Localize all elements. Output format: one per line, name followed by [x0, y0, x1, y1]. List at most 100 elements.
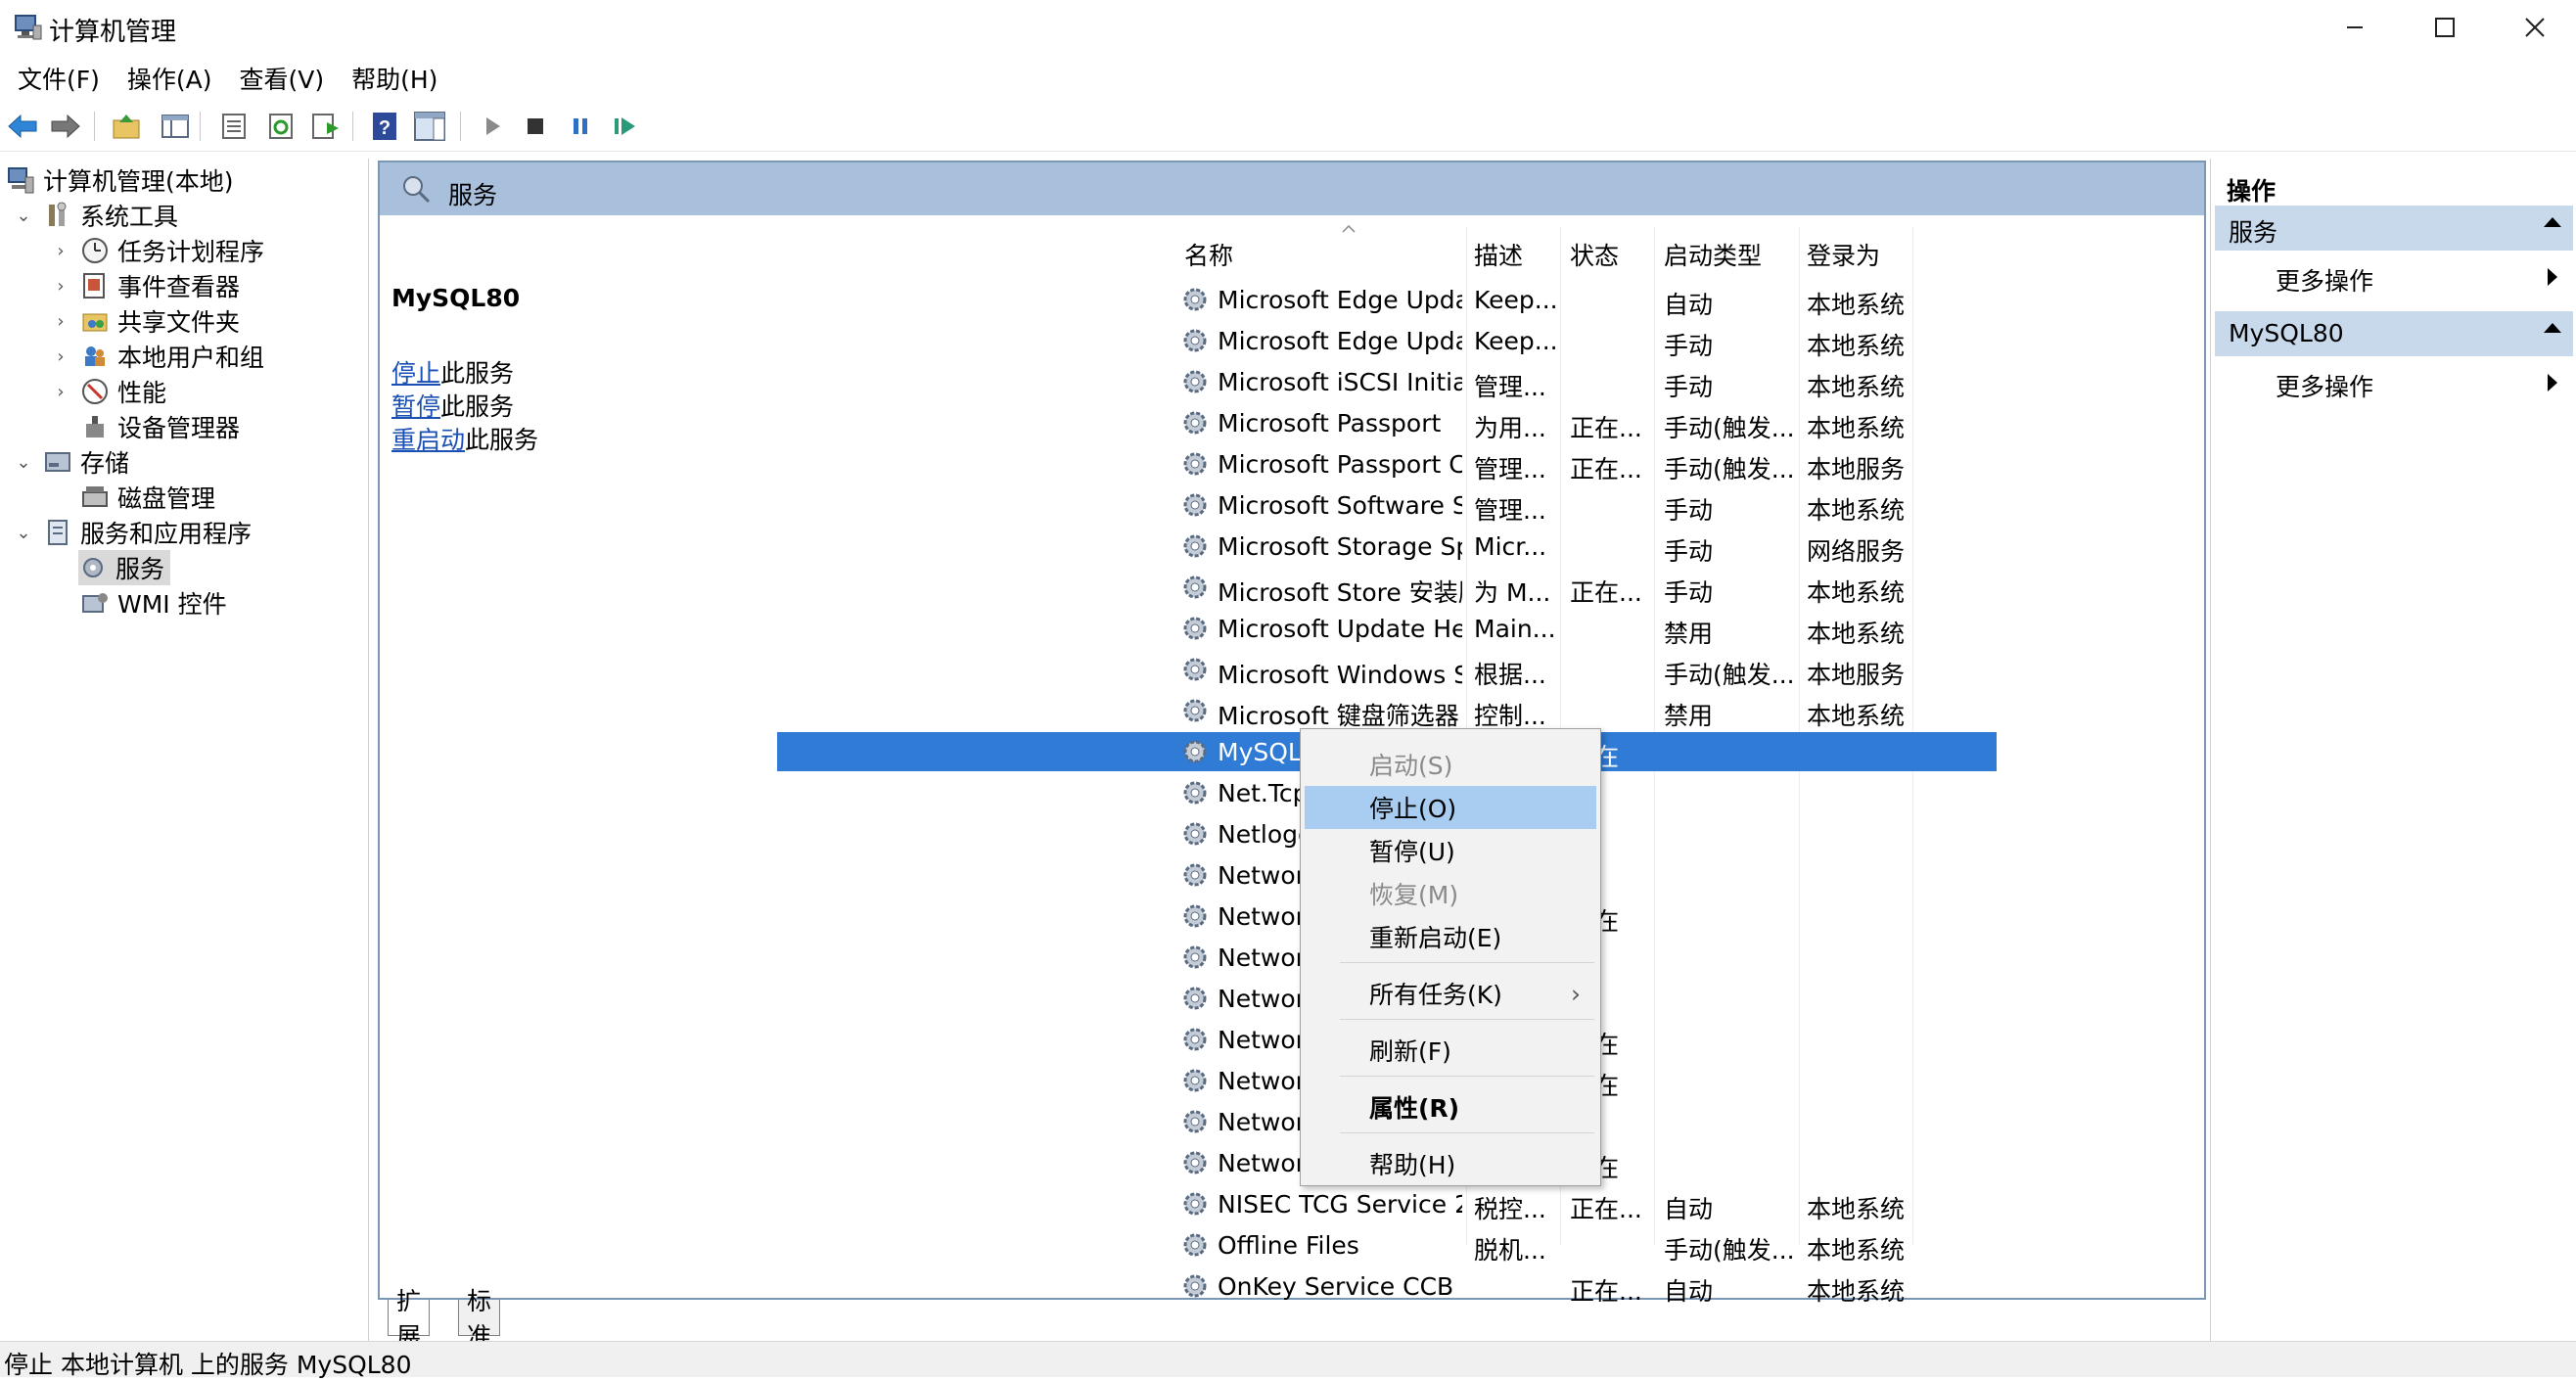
context-menu-item[interactable]: 刷新(F) — [1305, 1029, 1596, 1072]
minimize-button[interactable] — [2310, 0, 2400, 55]
collapse-chevron-icon[interactable]: ⌄ — [14, 444, 33, 480]
service-startup-type: 手动 — [1664, 537, 1714, 566]
service-row[interactable]: Microsoft 键盘筛选器 控制... 禁用 本地系统 — [777, 691, 1997, 730]
tree-item-performance[interactable]: 性能 — [80, 374, 166, 409]
service-row[interactable]: Microsoft Edge Update Ser... Keep... 手动 本地系… — [777, 321, 1997, 360]
service-row[interactable]: OnKey Service CCB 正在... 自动 本地系统 — [777, 1266, 1997, 1306]
service-name: Microsoft Edge Update Ser... — [1218, 327, 1462, 355]
expand-chevron-icon[interactable]: › — [51, 233, 70, 268]
stop-service-button[interactable] — [519, 110, 552, 143]
tree-item-task-scheduler[interactable]: 任务计划程序 — [80, 233, 264, 268]
service-row[interactable]: Microsoft Software Shado... 管理... 手动 本地系统 — [777, 485, 1997, 525]
maximize-button[interactable] — [2400, 0, 2490, 55]
column-header-description[interactable]: 描述 — [1474, 237, 1523, 272]
column-header-name[interactable]: 名称 — [1184, 237, 1233, 272]
wmi-control-icon — [80, 588, 110, 618]
service-log-on-as: 网络服务 — [1807, 537, 1906, 566]
service-gear-icon — [1183, 617, 1207, 640]
forward-button[interactable] — [49, 110, 82, 143]
export-list-icon — [312, 114, 339, 139]
expand-chevron-icon[interactable]: › — [51, 303, 70, 339]
service-name: OnKey Service CCB — [1218, 1272, 1454, 1301]
service-startup-type: 自动 — [1664, 1195, 1714, 1223]
service-log-on-as: 本地系统 — [1807, 291, 1906, 319]
context-menu-item[interactable]: 所有任务(K) › — [1305, 972, 1596, 1015]
tab-standard[interactable]: 标准 — [458, 1287, 501, 1351]
tree-label: 任务计划程序 — [117, 238, 265, 266]
action-group-services[interactable]: 服务 — [2215, 206, 2573, 251]
more-actions-mysql80[interactable]: 更多操作 — [2276, 368, 2373, 403]
expand-chevron-icon[interactable]: › — [51, 339, 70, 374]
service-row[interactable]: Microsoft Edge Update Ser... Keep... 自动 本地系… — [777, 280, 1997, 319]
expand-chevron-icon[interactable]: › — [51, 374, 70, 409]
refresh-button[interactable] — [264, 110, 298, 143]
action-pane-button[interactable] — [413, 110, 446, 143]
help-button[interactable]: ? — [368, 110, 401, 143]
service-log-on-as: 本地系统 — [1807, 1195, 1906, 1223]
restart-service-button[interactable] — [609, 110, 642, 143]
start-service-button[interactable] — [476, 110, 509, 143]
tree-item-device-manager[interactable]: 设备管理器 — [80, 409, 240, 444]
storage-icon — [43, 447, 72, 477]
menu-view[interactable]: 查看(V) — [226, 61, 339, 100]
close-button[interactable] — [2490, 0, 2576, 55]
service-row[interactable]: Microsoft Passport 为用... 正在... 手动(触发... 本地系统 — [777, 403, 1997, 442]
tree-item-services-apps[interactable]: 服务和应用程序 — [43, 515, 252, 550]
context-menu-label: 属性(R) — [1369, 1094, 1460, 1123]
tree-item-shared-folders[interactable]: 共享文件夹 — [80, 303, 240, 339]
up-button[interactable] — [110, 110, 143, 143]
service-row[interactable]: Offline Files 脱机... 手动(触发... 本地系统 — [777, 1225, 1997, 1265]
properties-button[interactable] — [217, 110, 251, 143]
refresh-icon — [269, 114, 293, 139]
back-button[interactable] — [6, 110, 39, 143]
context-menu-item[interactable]: 帮助(H) — [1305, 1142, 1596, 1185]
context-menu-item[interactable]: 暂停(U) — [1305, 829, 1596, 872]
pause-service-link[interactable]: 暂停 — [391, 392, 440, 421]
service-gear-icon — [1183, 493, 1207, 517]
tree-item-wmi[interactable]: WMI 控件 — [80, 585, 227, 621]
service-row[interactable]: Microsoft Windows SMS 路... 根据... 手动(触发... 本… — [777, 650, 1997, 689]
column-header-startup-type[interactable]: 启动类型 — [1664, 237, 1762, 272]
context-menu-item[interactable]: 属性(R) — [1305, 1085, 1596, 1128]
menu-help[interactable]: 帮助(H) — [338, 61, 451, 100]
column-header-status[interactable]: 状态 — [1570, 237, 1619, 272]
service-row[interactable]: Microsoft iSCSI Initiator Ser... 管理... 手动 本… — [777, 362, 1997, 401]
performance-icon — [80, 377, 110, 406]
tree-item-computer-management[interactable]: 计算机管理(本地) — [6, 162, 234, 198]
collapse-chevron-icon[interactable]: ⌄ — [14, 198, 33, 233]
column-header-log-on-as[interactable]: 登录为 — [1807, 237, 1880, 272]
pause-service-button[interactable] — [564, 110, 597, 143]
expand-chevron-icon[interactable]: › — [51, 268, 70, 303]
tree-item-system-tools[interactable]: 系统工具 — [43, 198, 178, 233]
extended-description-panel: MySQL80 停止此服务 暂停此服务 重启动此服务 — [380, 215, 771, 1292]
menu-file[interactable]: 文件(F) — [0, 61, 114, 100]
tree-item-local-users[interactable]: 本地用户和组 — [80, 339, 264, 374]
show-hide-tree-button[interactable] — [159, 110, 192, 143]
service-row[interactable]: NISEC TCG Service 2.0 税控... 正在... 自动 本地系统 — [777, 1184, 1997, 1223]
computer-management-icon — [6, 165, 35, 195]
context-menu-item[interactable]: 停止(O) — [1305, 786, 1596, 829]
collapse-up-icon[interactable] — [2544, 217, 2561, 227]
more-actions-services[interactable]: 更多操作 — [2276, 262, 2373, 298]
service-gear-icon — [1183, 1028, 1207, 1051]
collapse-chevron-icon[interactable]: ⌄ — [14, 515, 33, 550]
action-pane-icon — [414, 112, 445, 141]
tree-item-services[interactable]: 服务 — [78, 550, 171, 585]
tree-item-event-viewer[interactable]: 事件查看器 — [80, 268, 240, 303]
collapse-up-icon[interactable] — [2544, 323, 2561, 333]
service-log-on-as: 本地系统 — [1807, 620, 1906, 648]
export-list-button[interactable] — [309, 110, 343, 143]
tree-item-disk-management[interactable]: 磁盘管理 — [80, 480, 215, 515]
stop-service-link[interactable]: 停止 — [391, 359, 440, 388]
service-row[interactable]: Microsoft Storage Spaces S... Micr... 手动 网络… — [777, 527, 1997, 566]
menu-action[interactable]: 操作(A) — [114, 61, 226, 100]
service-gear-icon — [1183, 945, 1207, 969]
service-row[interactable]: Microsoft Passport Container 管理... 正在... 手动… — [777, 444, 1997, 483]
tree-item-storage[interactable]: 存储 — [43, 444, 129, 480]
service-row[interactable]: Microsoft Store 安装服务为 M... 正在... 手动 本地系统 — [777, 568, 1997, 607]
service-row[interactable]: Microsoft Update Health S... Main... 禁用 本地系… — [777, 609, 1997, 648]
tab-extended[interactable]: 扩展 — [388, 1287, 431, 1351]
restart-service-link[interactable]: 重启动 — [391, 426, 465, 454]
action-group-mysql80[interactable]: MySQL80 — [2215, 311, 2573, 356]
context-menu-item[interactable]: 重新启动(E) — [1305, 915, 1596, 958]
